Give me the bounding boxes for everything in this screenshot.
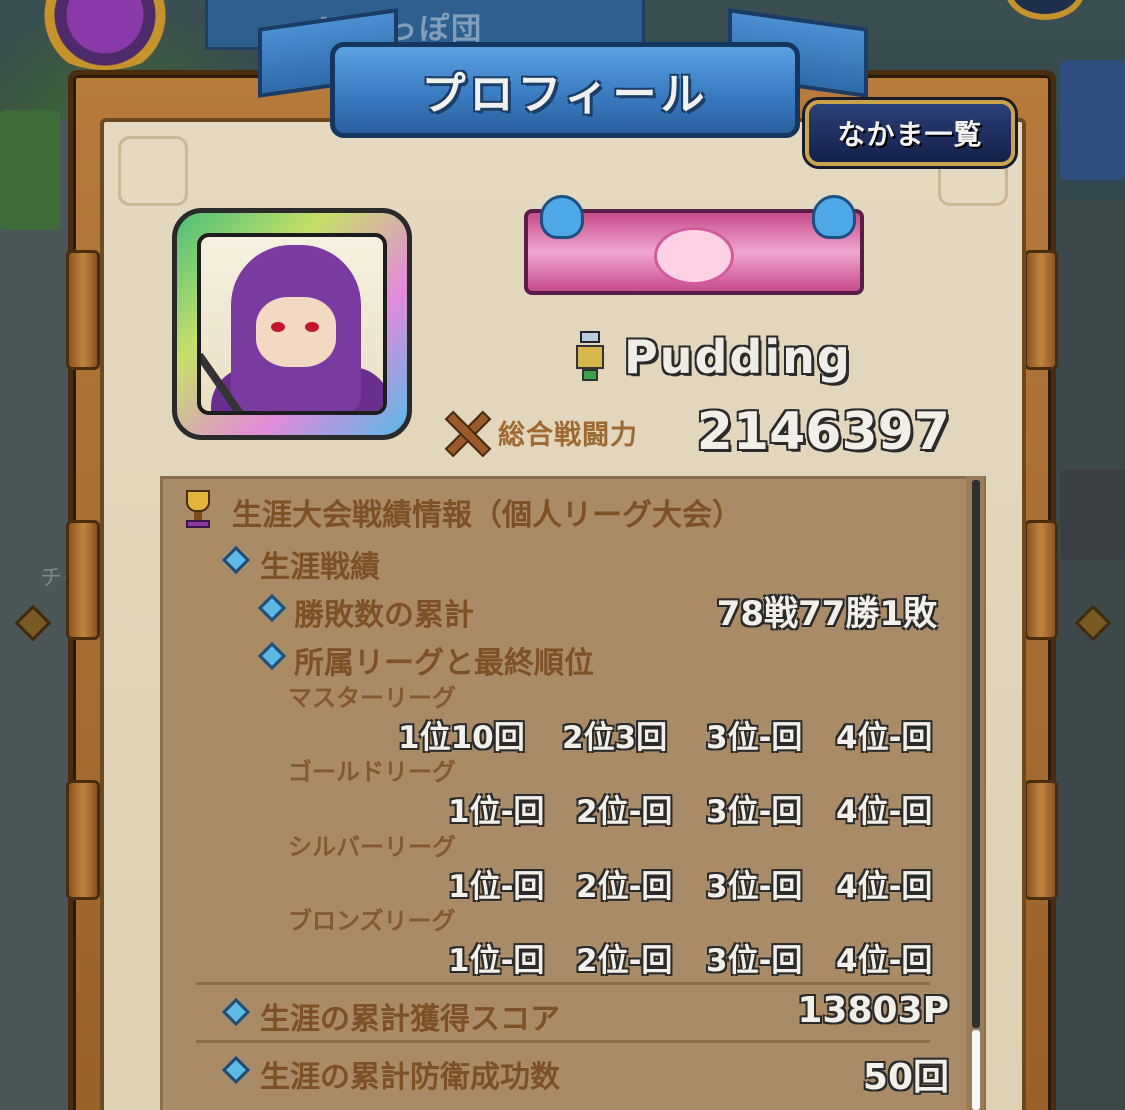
player-avatar[interactable] bbox=[172, 208, 412, 440]
rank-count: 3位-回 bbox=[706, 794, 803, 830]
frame-post bbox=[66, 250, 100, 370]
avatar-eye bbox=[271, 322, 285, 332]
league-name-master: マスターリーグ bbox=[288, 684, 456, 712]
map-building bbox=[1060, 470, 1125, 560]
section-title: 生涯大会戦績情報（個人リーグ大会） bbox=[232, 498, 742, 533]
avatar-face bbox=[256, 297, 336, 367]
rank-count: 1位-回 bbox=[448, 943, 545, 979]
map-road bbox=[1056, 200, 1125, 1110]
frame-post bbox=[1024, 250, 1058, 370]
rank-count: 3位-回 bbox=[706, 943, 803, 979]
combat-power-row: 総合戦闘力 2146397 bbox=[440, 402, 950, 462]
frame-post bbox=[1024, 520, 1058, 640]
subsection-title: 生涯戦績 bbox=[260, 550, 380, 585]
rank-count: 4位-回 bbox=[836, 794, 933, 830]
rank-count: 4位-回 bbox=[836, 720, 933, 756]
map-tree bbox=[0, 110, 60, 230]
trophy-icon bbox=[182, 490, 216, 530]
title-ribbon: プロフィール bbox=[330, 42, 800, 138]
map-building bbox=[1060, 60, 1125, 180]
crossed-swords-icon bbox=[440, 409, 490, 455]
slime-icon bbox=[812, 195, 856, 239]
win-loss-label: 勝敗数の累計 bbox=[294, 598, 474, 633]
rank-badge-icon bbox=[570, 331, 610, 383]
total-score-label: 生涯の累計獲得スコア bbox=[260, 1002, 560, 1037]
scrollbar-thumb[interactable] bbox=[972, 1030, 980, 1110]
scrollbar-track[interactable] bbox=[972, 480, 980, 1028]
total-defense-label: 生涯の累計防衛成功数 bbox=[260, 1060, 560, 1095]
divider bbox=[196, 1040, 930, 1043]
rank-count: 2位3回 bbox=[562, 720, 668, 756]
guild-emblem[interactable] bbox=[30, 0, 180, 70]
divider bbox=[196, 982, 930, 985]
rank-count: 4位-回 bbox=[836, 943, 933, 979]
party-list-button[interactable]: なかま一覧 bbox=[805, 100, 1015, 166]
total-score-value: 13803P bbox=[797, 990, 949, 1031]
league-name-silver: シルバーリーグ bbox=[288, 833, 456, 861]
slime-icon bbox=[540, 195, 584, 239]
title-emblem-banner[interactable] bbox=[504, 195, 888, 307]
combat-power-label: 総合戦闘力 bbox=[498, 419, 638, 451]
league-name-gold: ゴールドリーグ bbox=[288, 758, 456, 786]
avatar-portrait bbox=[197, 233, 387, 415]
frame-post bbox=[66, 520, 100, 640]
league-heading: 所属リーグと最終順位 bbox=[294, 646, 594, 681]
rank-count: 1位-回 bbox=[448, 869, 545, 905]
frame-post bbox=[66, 780, 100, 900]
rank-count: 1位10回 bbox=[398, 720, 525, 756]
page-title: プロフィール bbox=[421, 69, 709, 120]
ornament bbox=[118, 136, 188, 206]
rank-count: 3位-回 bbox=[706, 869, 803, 905]
league-name-bronze: ブロンズリーグ bbox=[288, 907, 456, 935]
heart-icon bbox=[654, 227, 734, 285]
player-name-row: Pudding bbox=[570, 330, 852, 384]
total-defense-value: 50回 bbox=[862, 1057, 949, 1098]
frame-post bbox=[1024, 780, 1058, 900]
combat-power-value: 2146397 bbox=[696, 402, 950, 462]
rank-count: 2位-回 bbox=[576, 794, 673, 830]
rank-count: 2位-回 bbox=[576, 943, 673, 979]
player-name: Pudding bbox=[624, 330, 852, 384]
win-loss-value: 78戦77勝1敗 bbox=[716, 594, 937, 634]
avatar-eye bbox=[305, 322, 319, 332]
rank-count: 2位-回 bbox=[576, 869, 673, 905]
rank-count: 3位-回 bbox=[706, 720, 803, 756]
rank-count: 4位-回 bbox=[836, 869, 933, 905]
map-compass-icon[interactable] bbox=[1005, 0, 1085, 20]
rank-count: 1位-回 bbox=[448, 794, 545, 830]
